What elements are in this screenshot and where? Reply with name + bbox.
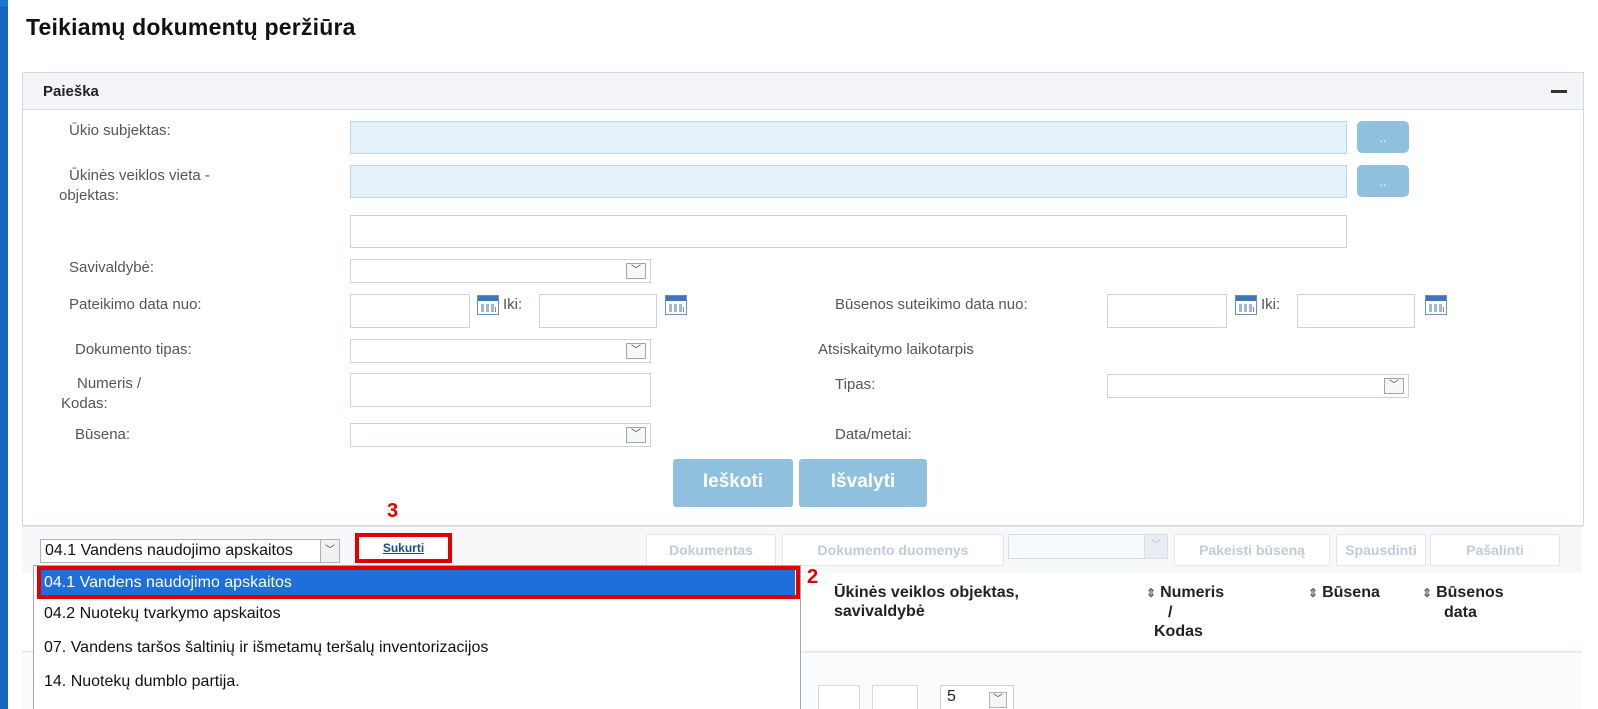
column-status-date[interactable]: ⇕ Būsenos data bbox=[1422, 583, 1504, 622]
search-button[interactable]: Ieškoti bbox=[673, 459, 793, 507]
page-size-value: 5 bbox=[947, 688, 956, 705]
submit-from-input[interactable] bbox=[350, 294, 470, 328]
delete-button[interactable]: Pašalinti bbox=[1430, 534, 1560, 566]
location-detail-input[interactable] bbox=[350, 215, 1347, 248]
location-input[interactable] bbox=[350, 165, 1347, 198]
clear-button[interactable]: Išvalyti bbox=[799, 459, 927, 507]
app-frame: Teikiamų dokumentų peržiūra Paieška Ūkio… bbox=[8, 0, 1598, 709]
status-to-label: Iki: bbox=[1261, 296, 1281, 313]
column-status-date-line1: Būsenos bbox=[1436, 584, 1504, 601]
print-button[interactable]: Spausdinti bbox=[1336, 534, 1426, 566]
calendar-icon[interactable] bbox=[1425, 295, 1447, 315]
type-label: Tipas: bbox=[835, 376, 876, 393]
submit-to-label: Iki: bbox=[503, 296, 523, 313]
subject-label: Ūkio subjektas: bbox=[69, 122, 171, 139]
doc-type-label: Dokumento tipas: bbox=[75, 341, 192, 358]
column-number-line1: Numeris bbox=[1160, 584, 1225, 601]
location-label-line1: Ūkinės veiklos vieta - bbox=[69, 167, 210, 184]
location-label-line2: objektas: bbox=[59, 187, 120, 204]
date-year-label: Data/metai: bbox=[835, 426, 912, 443]
chevron-down-icon: ﹀ bbox=[626, 343, 646, 359]
column-object-line2: savivaldybė bbox=[834, 603, 925, 620]
calendar-icon[interactable] bbox=[477, 295, 499, 315]
status-to-input[interactable] bbox=[1297, 294, 1415, 328]
location-lookup-button[interactable]: .. bbox=[1357, 165, 1409, 197]
chevron-down-icon: ﹀ bbox=[626, 427, 646, 443]
chevron-down-icon: ﹀ bbox=[1144, 535, 1167, 558]
municipality-select[interactable]: ﹀ bbox=[350, 259, 651, 283]
chevron-down-icon: ﹀ bbox=[626, 263, 646, 279]
type-select[interactable]: ﹀ bbox=[1107, 374, 1409, 398]
sort-icon: ⇕ bbox=[1308, 586, 1319, 600]
status-select[interactable]: ﹀ bbox=[350, 423, 651, 447]
period-label: Atsiskaitymo laikotarpis bbox=[818, 341, 974, 358]
sort-icon: ⇕ bbox=[1422, 586, 1433, 600]
doc-type-select[interactable]: ﹀ bbox=[350, 339, 651, 363]
municipality-label: Savivaldybė: bbox=[69, 259, 155, 276]
number-input[interactable] bbox=[350, 373, 651, 407]
column-number[interactable]: ⇕ Numeris / Kodas bbox=[1146, 583, 1224, 641]
column-object[interactable]: Ūkinės veiklos objektas, savivaldybė bbox=[834, 583, 1019, 621]
column-status[interactable]: ⇕ Būsena bbox=[1308, 583, 1380, 603]
dropdown-option-2[interactable]: 04.2 Nuotekų tvarkymo apskaitos bbox=[39, 600, 795, 627]
create-highlight: Sukurti bbox=[355, 533, 452, 563]
change-status-button[interactable]: Pakeisti būseną bbox=[1174, 534, 1330, 566]
subject-lookup-button[interactable]: .. bbox=[1357, 121, 1409, 153]
step-three-marker: 3 bbox=[387, 500, 399, 522]
pager-next-button[interactable] bbox=[872, 685, 918, 709]
search-panel-title: Paieška bbox=[43, 83, 99, 100]
calendar-icon[interactable] bbox=[665, 295, 687, 315]
page-title: Teikiamų dokumentų peržiūra bbox=[26, 14, 356, 40]
document-type-selected: 04.1 Vandens naudojimo apskaitos bbox=[45, 542, 293, 559]
chevron-down-icon: ﹀ bbox=[989, 692, 1007, 708]
status-label: Būsena: bbox=[75, 426, 131, 443]
submit-from-label: Pateikimo data nuo: bbox=[69, 296, 202, 313]
pager-prev-button[interactable] bbox=[818, 685, 860, 709]
status-from-label: Būsenos suteikimo data nuo: bbox=[835, 296, 1028, 313]
column-object-line1: Ūkinės veiklos objektas, bbox=[834, 584, 1019, 601]
selected-option-highlight bbox=[37, 566, 800, 599]
subject-input[interactable] bbox=[350, 121, 1347, 154]
status-from-input[interactable] bbox=[1107, 294, 1227, 328]
calendar-icon[interactable] bbox=[1235, 295, 1257, 315]
step-two-marker: 2 bbox=[807, 566, 819, 588]
number-label-line2: Kodas: bbox=[61, 395, 108, 412]
search-panel-header[interactable]: Paieška bbox=[23, 73, 1583, 110]
sort-icon: ⇕ bbox=[1146, 586, 1157, 600]
minus-icon[interactable] bbox=[1551, 90, 1567, 93]
column-status-label: Būsena bbox=[1322, 584, 1380, 601]
chevron-down-icon: ﹀ bbox=[320, 539, 340, 563]
status-combo[interactable]: ﹀ bbox=[1008, 534, 1168, 559]
chevron-down-icon: ﹀ bbox=[1384, 378, 1404, 394]
page-size-select[interactable]: 5 ﹀ bbox=[940, 685, 1014, 709]
number-label-line1: Numeris / bbox=[77, 375, 142, 392]
document-button[interactable]: Dokumentas bbox=[646, 534, 776, 566]
column-number-line2: / bbox=[1168, 604, 1173, 621]
document-data-button[interactable]: Dokumento duomenys bbox=[782, 534, 1004, 566]
column-status-date-line2: data bbox=[1444, 604, 1477, 621]
document-type-select[interactable]: 04.1 Vandens naudojimo apskaitos ﹀ bbox=[40, 539, 340, 563]
submit-to-input[interactable] bbox=[539, 294, 657, 328]
dropdown-option-4[interactable]: 14. Nuotekų dumblo partija. bbox=[39, 668, 795, 695]
column-number-line3: Kodas bbox=[1154, 623, 1203, 640]
create-button[interactable]: Sukurti bbox=[361, 539, 446, 557]
search-panel: Paieška Ūkio subjektas: .. Ūkinės veiklo… bbox=[22, 72, 1584, 526]
dropdown-option-3[interactable]: 07. Vandens taršos šaltinių ir išmetamų … bbox=[39, 634, 795, 661]
